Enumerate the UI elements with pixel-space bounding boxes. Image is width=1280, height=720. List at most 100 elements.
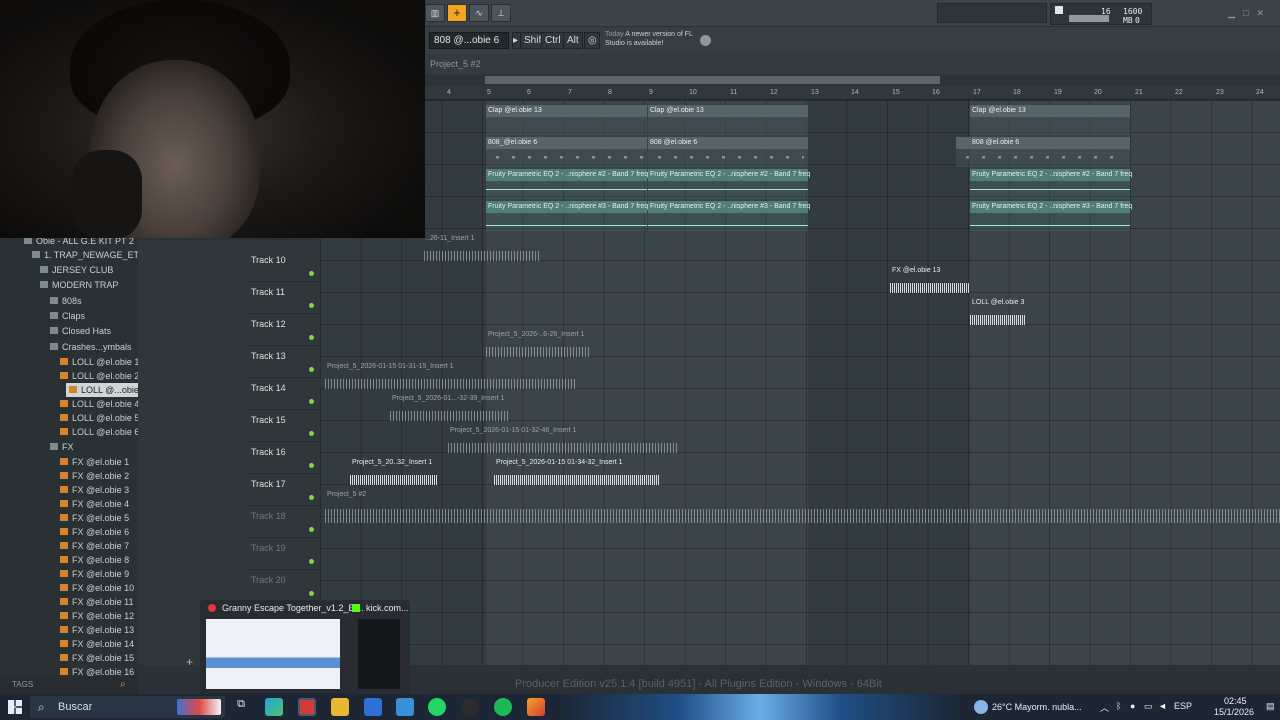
track-led-icon[interactable]	[309, 367, 314, 372]
search-icon[interactable]: ⌕	[120, 679, 126, 690]
track-led-icon[interactable]	[309, 559, 314, 564]
typing-keyboard-icon[interactable]: ◎	[584, 32, 600, 49]
browser-file[interactable]: LOLL @el.obie 1	[60, 355, 138, 369]
browser-folder[interactable]: Claps	[50, 309, 85, 323]
track-header[interactable]: Track 10	[248, 250, 320, 282]
track-led-icon[interactable]	[309, 527, 314, 532]
browser-folder[interactable]: Obie - ALL G.E KIT PT 2	[24, 238, 134, 248]
audio-clip[interactable]: Project_5_2026-01-15 01-31-15_Insert 1	[325, 361, 577, 391]
window-thumbnail[interactable]	[358, 619, 400, 689]
browser-folder[interactable]: Closed Hats	[50, 324, 111, 338]
edge-icon[interactable]	[265, 698, 283, 716]
pattern-clip[interactable]: 808_@el.obie 6	[486, 137, 647, 167]
timeline-ruler[interactable]: 4 5 6 7 8 9 10 11 12 13 14 15 16 17 18 1…	[425, 86, 1280, 100]
fl-studio-icon[interactable]	[527, 698, 545, 716]
alt-key[interactable]: Alt	[563, 32, 583, 49]
track-led-icon[interactable]	[309, 399, 314, 404]
mail-icon[interactable]	[396, 698, 414, 716]
automation-clip[interactable]: Fruity Parametric EQ 2 - ..nisphere #2 -…	[648, 169, 810, 199]
taskbar-search[interactable]: ⌕ Buscar	[30, 696, 225, 718]
browser-file[interactable]: LOLL @el.obie 5	[60, 411, 138, 425]
browser-file[interactable]: FX @el.obie 15	[60, 651, 134, 665]
audio-clip[interactable]: Project_5_2026-01...-32-39_Insert 1	[390, 393, 510, 423]
weather-text[interactable]: 26°C Mayorm. nubla...	[992, 702, 1082, 712]
window-title[interactable]: Granny Escape Together_v1.2_El...	[222, 603, 364, 613]
network-icon[interactable]: ▭	[1144, 701, 1153, 712]
browser-file[interactable]: FX @el.obie 3	[60, 483, 129, 497]
window-title[interactable]: kick.com...	[366, 603, 409, 613]
playlist-grid[interactable]: Clap @el.obie 13 Clap @el.obie 13 Clap @…	[320, 100, 1280, 665]
notifications-icon[interactable]: ▤	[1266, 701, 1275, 712]
pattern-clip[interactable]: 808 @el.obie 6	[648, 137, 808, 167]
track-led-icon[interactable]	[309, 591, 314, 596]
browser-file[interactable]: FX @el.obie 6	[60, 525, 129, 539]
playlist-scrollbar[interactable]	[425, 74, 1280, 86]
browser-file[interactable]: FX @el.obie 9	[60, 567, 129, 581]
track-header[interactable]: Track 19	[248, 538, 320, 570]
news-panel[interactable]: Today A newer version of FL Studio is av…	[605, 30, 695, 48]
channel-selector[interactable]: 808 @...obie 6	[429, 32, 509, 49]
brave-icon[interactable]	[298, 698, 316, 716]
pattern-clip[interactable]: Clap @el.obie 13	[486, 105, 647, 135]
track-header[interactable]: Track 12	[248, 314, 320, 346]
browser-file[interactable]: FX @el.obie 2	[60, 469, 129, 483]
audio-clip[interactable]: Project_5_2026-..6-26_Insert 1	[486, 329, 591, 359]
clock-time[interactable]: 02:45	[1224, 696, 1247, 706]
browser-folder[interactable]: MODERN TRAP	[40, 278, 118, 292]
audio-clip[interactable]: ..26-11_Insert 1	[424, 233, 539, 263]
windows-start-icon[interactable]	[8, 700, 22, 714]
pattern-clip[interactable]: Clap @el.obie 13	[970, 105, 1130, 135]
browser-file[interactable]: FX @el.obie 14	[60, 637, 134, 651]
browser-file[interactable]: LOLL @el.obie 2	[60, 369, 138, 383]
browser-folder[interactable]: Crashes...ymbals	[50, 340, 132, 354]
browser-file-selected[interactable]: LOLL @...obie 3	[66, 383, 138, 397]
add-track-icon[interactable]: +	[186, 655, 193, 669]
audio-clip[interactable]: Project_5_2026-01-15 01-34-32_Insert 1	[494, 457, 660, 487]
track-header[interactable]: Track 13	[248, 346, 320, 378]
browser-file[interactable]: FX @el.obie 7	[60, 539, 129, 553]
track-header[interactable]: Track 16	[248, 442, 320, 474]
browser-file[interactable]: FX @el.obie 11	[60, 595, 134, 609]
audio-clip[interactable]: Project_5 #2	[325, 489, 1280, 523]
task-view-icon[interactable]: ⧉	[232, 698, 250, 716]
news-settings-icon[interactable]	[700, 35, 711, 46]
browser-file[interactable]: FX @el.obie 10	[60, 581, 134, 595]
track-led-icon[interactable]	[309, 463, 314, 468]
browser-file[interactable]: FX @el.obie 13	[60, 623, 134, 637]
track-led-icon[interactable]	[309, 431, 314, 436]
browser-folder[interactable]: JERSEY CLUB	[40, 263, 113, 277]
tray-chevron-icon[interactable]: ︿	[1100, 701, 1109, 714]
browser-file[interactable]: LOLL @el.obie 4	[60, 397, 138, 411]
bluetooth-icon[interactable]: ᛒ	[1116, 701, 1121, 711]
microphone-icon[interactable]: ●	[1130, 701, 1135, 711]
volume-icon[interactable]: ◄	[1158, 701, 1167, 711]
track-header[interactable]: Track 15	[248, 410, 320, 442]
automation-clip[interactable]: Fruity Parametric EQ 2 - ..nisphere #3 -…	[648, 201, 810, 231]
browser-file[interactable]: LOLL @el.obie 6	[60, 425, 138, 439]
browser-file[interactable]: FX @el.obie 8	[60, 553, 129, 567]
wave-icon[interactable]: ∿	[469, 4, 489, 22]
browser-file[interactable]: FX @el.obie 1	[60, 455, 129, 469]
weather-icon[interactable]	[974, 700, 988, 714]
window-thumbnail[interactable]	[206, 619, 340, 689]
browser-folder[interactable]: 808s	[50, 294, 82, 308]
track-led-icon[interactable]	[309, 495, 314, 500]
window-controls[interactable]: ▁□✕	[1228, 8, 1272, 19]
automation-clip[interactable]: Fruity Parametric EQ 2 - ..nisphere #2 -…	[486, 169, 648, 199]
tags-label[interactable]: TAGS	[12, 680, 33, 689]
browser-folder[interactable]: FX	[50, 440, 74, 454]
automation-clip[interactable]: Fruity Parametric EQ 2 - ..nisphere #2 -…	[970, 169, 1132, 199]
audio-clip[interactable]: FX @el.obie 13	[890, 265, 970, 295]
browser-folder[interactable]: 1. TRAP_NEWAGE_ETC	[32, 248, 138, 262]
audio-clip[interactable]: Project_5_2026-01-15 01-32-46_Insert 1	[448, 425, 678, 455]
track-header[interactable]: Track 18	[248, 506, 320, 538]
whatsapp-icon[interactable]	[428, 698, 446, 716]
tuner-icon[interactable]: ⊥	[491, 4, 511, 22]
tempo-panel[interactable]	[937, 3, 1047, 23]
track-led-icon[interactable]	[309, 271, 314, 276]
pattern-clip[interactable]: Clap @el.obie 13	[648, 105, 808, 135]
track-header[interactable]: Track 14	[248, 378, 320, 410]
automation-clip[interactable]: Fruity Parametric EQ 2 - ..nisphere #3 -…	[970, 201, 1132, 231]
file-browser[interactable]: Obie - ALL G.E KIT PT 2 1. TRAP_NEWAGE_E…	[0, 238, 138, 676]
file-explorer-icon[interactable]	[331, 698, 349, 716]
